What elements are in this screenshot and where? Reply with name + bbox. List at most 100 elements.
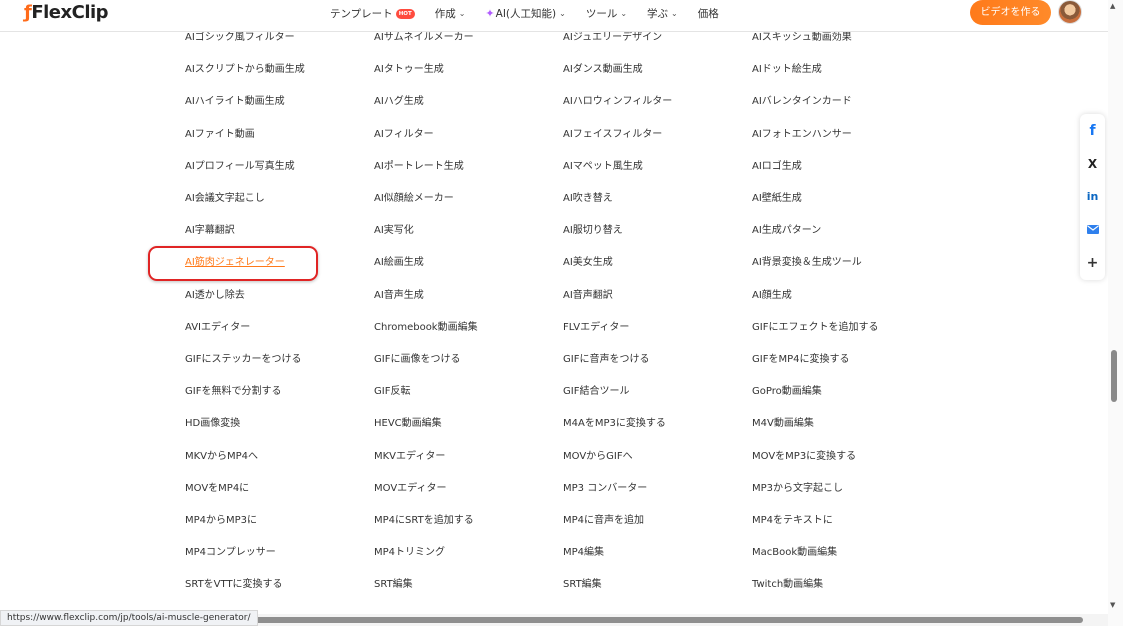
- tool-link[interactable]: AI会議文字起こし: [185, 192, 265, 206]
- tool-link[interactable]: GIFにステッカーをつける: [185, 353, 301, 367]
- vertical-scrollbar[interactable]: [1108, 0, 1123, 642]
- nav-ai[interactable]: ✦ AI(人工知能) ⌄: [485, 6, 565, 21]
- x-icon[interactable]: X: [1080, 147, 1105, 180]
- nav-tools[interactable]: ツール ⌄: [586, 6, 627, 21]
- tool-link[interactable]: AIプロフィール写真生成: [185, 160, 295, 174]
- tool-link[interactable]: GIFを無料で分割する: [185, 385, 281, 399]
- tool-link[interactable]: FLVエディター: [563, 321, 629, 335]
- tool-link[interactable]: AIドット絵生成: [752, 63, 822, 77]
- tool-link[interactable]: MP4からMP3に: [185, 514, 257, 528]
- tool-link[interactable]: M4AをMP3に変換する: [563, 417, 666, 431]
- tool-link[interactable]: AIポートレート生成: [374, 160, 464, 174]
- tool-link[interactable]: AIマペット風生成: [563, 160, 643, 174]
- tool-link[interactable]: MP3 コンバーター: [563, 482, 647, 496]
- tool-link[interactable]: MP4コンプレッサー: [185, 546, 276, 560]
- tool-link[interactable]: AIハグ生成: [374, 95, 424, 109]
- chevron-down-icon: ⌄: [620, 9, 628, 18]
- nav-learn[interactable]: 学ぶ ⌄: [647, 6, 678, 21]
- tool-link[interactable]: MOVエディター: [374, 482, 446, 496]
- tool-link[interactable]: HD画像変換: [185, 417, 240, 431]
- tool-link[interactable]: MP4トリミング: [374, 546, 445, 560]
- nav-tools-label: ツール: [585, 8, 618, 20]
- tool-link[interactable]: AI背景変換＆生成ツール: [752, 256, 862, 270]
- tool-link[interactable]: AI壁紙生成: [752, 192, 802, 206]
- tool-link[interactable]: MP4編集: [563, 546, 604, 560]
- tool-link[interactable]: MOVをMP3に変換する: [752, 450, 856, 464]
- nav-pricing[interactable]: 価格: [698, 6, 719, 21]
- nav-create-label: 作成: [434, 8, 456, 20]
- tool-link[interactable]: MKVからMP4へ: [185, 450, 258, 464]
- tool-link[interactable]: AIフィルター: [374, 128, 434, 142]
- tool-link[interactable]: AVIエディター: [185, 321, 250, 335]
- tool-link[interactable]: AIジュエリーデザイン: [563, 31, 662, 45]
- tool-link[interactable]: AIファイト動画: [185, 128, 255, 142]
- tool-link[interactable]: MOVからGIFへ: [563, 450, 633, 464]
- tool-link[interactable]: AI吹き替え: [563, 192, 613, 206]
- tool-link[interactable]: MacBook動画編集: [752, 546, 837, 560]
- chevron-down-icon: ⌄: [559, 9, 566, 18]
- tool-link[interactable]: AI生成パターン: [752, 224, 821, 238]
- more-share-icon[interactable]: +: [1080, 246, 1105, 279]
- tool-link[interactable]: AIフォトエンハンサー: [752, 128, 852, 142]
- tool-link[interactable]: MP3から文字起こし: [752, 482, 843, 496]
- tool-link[interactable]: GIFにエフェクトを追加する: [752, 321, 878, 335]
- tool-link[interactable]: MP4をテキストに: [752, 514, 833, 528]
- tool-link[interactable]: AI顔生成: [752, 289, 792, 303]
- tool-link[interactable]: AIダンス動画生成: [563, 63, 643, 77]
- horizontal-scroll-thumb[interactable]: [250, 617, 1083, 623]
- tool-link[interactable]: GIFをMP4に変換する: [752, 353, 849, 367]
- tool-link[interactable]: GIF反転: [374, 385, 410, 399]
- tool-link[interactable]: SRTをVTTに変換する: [185, 578, 283, 592]
- tool-link[interactable]: AI美女生成: [563, 256, 613, 270]
- tool-link[interactable]: AIゴシック風フィルター: [185, 31, 295, 45]
- tool-link[interactable]: AIタトゥー生成: [374, 63, 444, 77]
- scroll-up-icon[interactable]: ▲: [1110, 2, 1115, 10]
- site-header: ƒFlexClip テンプレート HOT 作成 ⌄ ✦ AI(人工知能) ⌄ ツ…: [0, 0, 1108, 32]
- tool-link[interactable]: M4V動画編集: [752, 417, 814, 431]
- tool-link[interactable]: AI透かし除去: [185, 289, 245, 303]
- tool-link[interactable]: GIF結合ツール: [563, 385, 629, 399]
- linkedin-icon[interactable]: in: [1080, 180, 1105, 213]
- tool-link[interactable]: AIハロウィンフィルター: [563, 95, 672, 109]
- tool-link[interactable]: GIFに画像をつける: [374, 353, 460, 367]
- tool-link[interactable]: MP4にSRTを追加する: [374, 514, 474, 528]
- tool-link[interactable]: AIスキッシュ動画効果: [752, 31, 852, 45]
- facebook-icon[interactable]: f: [1080, 114, 1105, 147]
- nav-ai-label: AI(人工知能): [495, 8, 557, 20]
- tool-link[interactable]: MOVをMP4に: [185, 482, 249, 496]
- tool-link[interactable]: AIサムネイルメーカー: [374, 31, 474, 45]
- tool-link[interactable]: AIハイライト動画生成: [185, 95, 285, 109]
- tool-link[interactable]: Chromebook動画編集: [374, 321, 478, 335]
- status-bar-url: https://www.flexclip.com/jp/tools/ai-mus…: [0, 610, 258, 626]
- tool-link[interactable]: Twitch動画編集: [752, 578, 823, 592]
- tool-link[interactable]: HEVC動画編集: [374, 417, 442, 431]
- nav-create[interactable]: 作成 ⌄: [435, 6, 466, 21]
- nav-templates-label: テンプレート: [330, 8, 393, 20]
- email-icon[interactable]: [1080, 213, 1105, 246]
- avatar[interactable]: [1058, 0, 1082, 24]
- tool-link[interactable]: AI絵画生成: [374, 256, 424, 270]
- tool-link[interactable]: AI実写化: [374, 224, 414, 238]
- tool-link[interactable]: AIスクリプトから動画生成: [185, 63, 305, 77]
- tool-link[interactable]: AIバレンタインカード: [752, 95, 852, 109]
- make-video-button[interactable]: ビデオを作る: [970, 0, 1051, 25]
- tool-link[interactable]: SRT編集: [563, 578, 602, 592]
- tool-link[interactable]: AIロゴ生成: [752, 160, 802, 174]
- tool-link[interactable]: AI音声翻訳: [563, 289, 613, 303]
- tool-link[interactable]: AIフェイスフィルター: [563, 128, 662, 142]
- nav-templates[interactable]: テンプレート HOT: [330, 6, 415, 21]
- tool-link[interactable]: SRT編集: [374, 578, 413, 592]
- tool-link[interactable]: MKVエディター: [374, 450, 445, 464]
- tool-link[interactable]: AI服切り替え: [563, 224, 623, 238]
- vertical-scroll-thumb[interactable]: [1111, 350, 1117, 402]
- tool-link[interactable]: AI音声生成: [374, 289, 424, 303]
- flexclip-logo[interactable]: ƒFlexClip: [24, 2, 109, 23]
- tool-link[interactable]: MP4に音声を追加: [563, 514, 644, 528]
- tool-link[interactable]: AI字幕翻訳: [185, 224, 235, 238]
- tool-link[interactable]: GoPro動画編集: [752, 385, 822, 399]
- tool-link[interactable]: AI似顔絵メーカー: [374, 192, 454, 206]
- tool-link[interactable]: GIFに音声をつける: [563, 353, 649, 367]
- scroll-down-icon[interactable]: ▼: [1110, 601, 1115, 609]
- nav-learn-label: 学ぶ: [647, 8, 669, 20]
- tools-link-grid: AIゴシック風フィルター AIスクリプトから動画生成 AIハイライト動画生成 AIファ…: [0, 0, 1100, 642]
